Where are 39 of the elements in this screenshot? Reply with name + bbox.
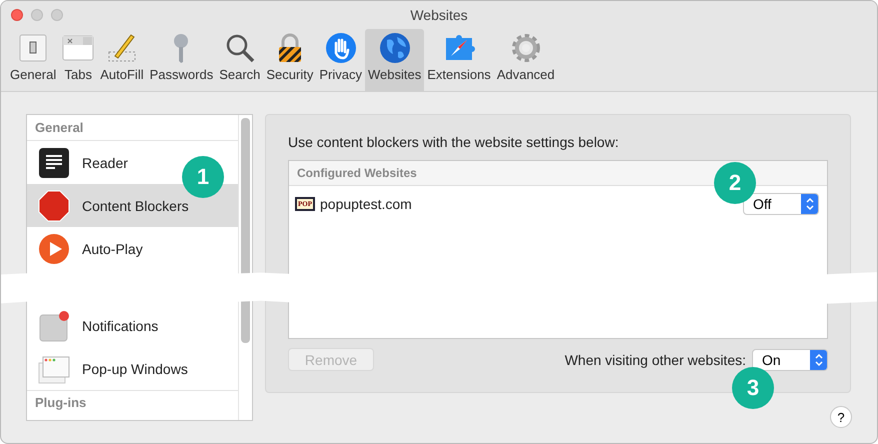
hand-icon — [324, 32, 357, 64]
toolbar-tab[interactable]: Search — [216, 29, 264, 91]
setting-popup[interactable]: On — [752, 348, 828, 370]
toolbar-tab[interactable]: Passwords — [146, 29, 216, 91]
toolbar-tab[interactable]: Advanced — [494, 29, 558, 91]
sidebar-item[interactable]: Reader — [27, 141, 138, 184]
chevrons-icon — [810, 350, 827, 370]
toolbar-tab[interactable]: AutoFill — [97, 29, 147, 91]
toolbar-tab[interactable]: General — [7, 29, 60, 91]
section-header: General — [27, 115, 238, 141]
globe-icon — [378, 32, 411, 64]
pencil-icon — [106, 32, 138, 64]
chevrons-icon — [801, 194, 818, 214]
sidebar-item[interactable]: Content Blockers — [27, 184, 238, 227]
other-websites-label: When visiting other websites: — [564, 352, 746, 368]
setting-popup[interactable]: Off — [743, 193, 819, 215]
section-header: Plug-ins — [27, 390, 238, 415]
help-button[interactable]: ? — [830, 406, 852, 428]
gear-icon — [510, 32, 542, 64]
window-title: Websites — [410, 7, 468, 23]
toolbar-tab[interactable]: Security — [263, 29, 316, 91]
play-icon — [38, 232, 70, 264]
sidebar-item[interactable]: Auto-Play — [27, 227, 153, 270]
close-button[interactable] — [11, 9, 23, 21]
sidebar-item[interactable]: Notifications — [27, 304, 168, 347]
notification-icon — [38, 310, 70, 342]
intro-text: Use content blockers with the website settings below: — [288, 134, 620, 150]
lines-icon — [38, 146, 70, 178]
zoom-button[interactable] — [51, 9, 63, 21]
stop-sign-icon — [38, 190, 70, 222]
minimize-button[interactable] — [31, 9, 43, 21]
toolbar-tab[interactable]: Privacy — [316, 29, 365, 91]
sidebar-item[interactable]: Pop-up Windows — [27, 347, 198, 390]
site-name: popuptest.com — [320, 196, 413, 212]
toolbar-tab[interactable]: Websites — [364, 29, 424, 91]
toolbar-tab[interactable]: Extensions — [424, 29, 494, 91]
step-callout-tooltip: 3 — [732, 367, 774, 409]
toolbar-tab[interactable]: Tabs — [59, 29, 98, 91]
switch-icon — [17, 32, 50, 64]
